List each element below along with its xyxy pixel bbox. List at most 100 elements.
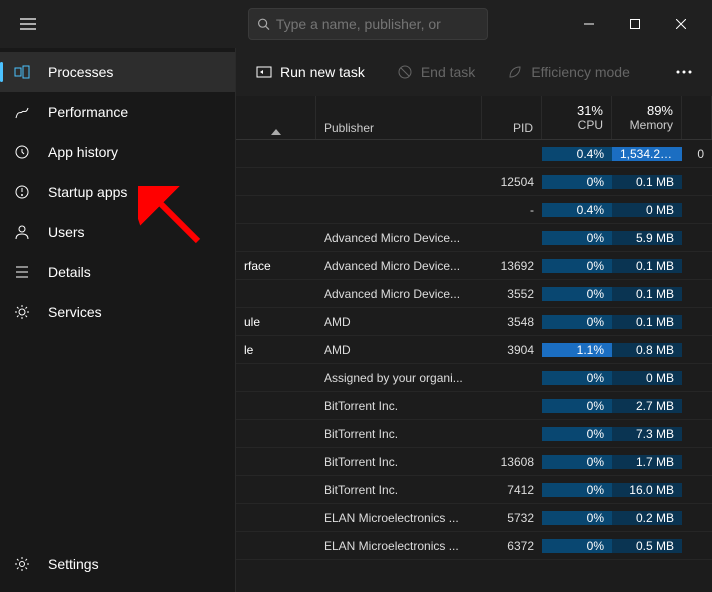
cell-memory: 0.1 MB <box>612 287 682 301</box>
cell-pid: 3904 <box>482 343 542 357</box>
cell-publisher: Advanced Micro Device... <box>316 287 482 301</box>
cell-memory: 0.1 MB <box>612 175 682 189</box>
table-row[interactable]: BitTorrent Inc.0%7.3 MB <box>236 420 712 448</box>
details-icon <box>12 262 32 282</box>
cell-memory: 0.1 MB <box>612 315 682 329</box>
table-row[interactable]: Advanced Micro Device...0%5.9 MB <box>236 224 712 252</box>
close-button[interactable] <box>658 8 704 40</box>
more-icon <box>676 70 692 74</box>
cell-memory: 0.8 MB <box>612 343 682 357</box>
cell-memory: 1.7 MB <box>612 455 682 469</box>
cell-cpu: 0% <box>542 455 612 469</box>
sidebar-item-processes[interactable]: Processes <box>0 52 235 92</box>
cell-pid: 5732 <box>482 511 542 525</box>
sidebar-item-performance[interactable]: Performance <box>0 92 235 132</box>
processes-icon <box>12 62 32 82</box>
column-network[interactable] <box>682 96 712 139</box>
column-memory[interactable]: 89%Memory <box>612 96 682 139</box>
maximize-button[interactable] <box>612 8 658 40</box>
cell-publisher: BitTorrent Inc. <box>316 483 482 497</box>
cell-memory: 0.2 MB <box>612 511 682 525</box>
cell-cpu: 0% <box>542 539 612 553</box>
column-name[interactable] <box>236 96 316 139</box>
table-row[interactable]: 125040%0.1 MB <box>236 168 712 196</box>
column-pid[interactable]: PID <box>482 96 542 139</box>
table-row[interactable]: rfaceAdvanced Micro Device...136920%0.1 … <box>236 252 712 280</box>
efficiency-mode-button[interactable]: Efficiency mode <box>499 58 638 86</box>
sidebar-item-app-history[interactable]: App history <box>0 132 235 172</box>
table-row[interactable]: BitTorrent Inc.136080%1.7 MB <box>236 448 712 476</box>
table-row[interactable]: -0.4%0 MB <box>236 196 712 224</box>
cell-cpu: 0% <box>542 287 612 301</box>
sidebar-item-label: Details <box>48 264 91 280</box>
toolbar: Run new task End task Efficiency mode <box>236 48 712 96</box>
cell-publisher: AMD <box>316 343 482 357</box>
table-row[interactable]: Assigned by your organi...0%0 MB <box>236 364 712 392</box>
sidebar-item-services[interactable]: Services <box>0 292 235 332</box>
cell-name: ule <box>236 315 316 329</box>
sidebar-item-label: Settings <box>48 556 99 572</box>
startup-icon <box>12 182 32 202</box>
cell-memory: 2.7 MB <box>612 399 682 413</box>
search-input[interactable] <box>276 16 479 32</box>
cell-pid: 12504 <box>482 175 542 189</box>
cell-memory: 0.5 MB <box>612 539 682 553</box>
sidebar-item-label: App history <box>48 144 118 160</box>
table-row[interactable]: 0.4%1,534.2 MB0 <box>236 140 712 168</box>
table-row[interactable]: BitTorrent Inc.0%2.7 MB <box>236 392 712 420</box>
table-row[interactable]: BitTorrent Inc.74120%16.0 MB <box>236 476 712 504</box>
cell-network: 0 <box>682 147 712 161</box>
table-row[interactable]: ELAN Microelectronics ...63720%0.5 MB <box>236 532 712 560</box>
cell-cpu: 0% <box>542 259 612 273</box>
end-task-button[interactable]: End task <box>389 58 483 86</box>
cell-memory: 0.1 MB <box>612 259 682 273</box>
cell-publisher: BitTorrent Inc. <box>316 427 482 441</box>
cell-pid: - <box>482 203 542 217</box>
cell-memory: 16.0 MB <box>612 483 682 497</box>
cell-cpu: 0.4% <box>542 203 612 217</box>
sidebar-item-startup-apps[interactable]: Startup apps <box>0 172 235 212</box>
performance-icon <box>12 102 32 122</box>
cell-publisher: ELAN Microelectronics ... <box>316 539 482 553</box>
cell-memory: 0 MB <box>612 203 682 217</box>
cell-cpu: 0% <box>542 483 612 497</box>
table-row[interactable]: ELAN Microelectronics ...57320%0.2 MB <box>236 504 712 532</box>
sidebar-item-label: Processes <box>48 64 113 80</box>
sidebar-item-settings[interactable]: Settings <box>0 544 235 584</box>
column-publisher[interactable]: Publisher <box>316 96 482 139</box>
table-row[interactable]: leAMD39041.1%0.8 MB <box>236 336 712 364</box>
hamburger-button[interactable] <box>8 4 48 44</box>
minimize-button[interactable] <box>566 8 612 40</box>
cell-pid: 7412 <box>482 483 542 497</box>
cell-publisher: Advanced Micro Device... <box>316 231 482 245</box>
services-icon <box>12 302 32 322</box>
cell-cpu: 0% <box>542 231 612 245</box>
sidebar: Processes Performance App history Startu… <box>0 48 236 592</box>
table-row[interactable]: Advanced Micro Device...35520%0.1 MB <box>236 280 712 308</box>
process-table: Publisher PID 31%CPU 89%Memory 0.4%1,534… <box>236 96 712 592</box>
table-row[interactable]: uleAMD35480%0.1 MB <box>236 308 712 336</box>
cell-memory: 1,534.2 MB <box>612 147 682 161</box>
sidebar-item-details[interactable]: Details <box>0 252 235 292</box>
cell-publisher: BitTorrent Inc. <box>316 399 482 413</box>
cell-publisher: AMD <box>316 315 482 329</box>
cell-pid: 6372 <box>482 539 542 553</box>
cell-pid: 3552 <box>482 287 542 301</box>
search-box[interactable] <box>248 8 488 40</box>
cell-cpu: 0% <box>542 175 612 189</box>
sidebar-item-users[interactable]: Users <box>0 212 235 252</box>
sidebar-item-label: Services <box>48 304 102 320</box>
end-task-icon <box>397 64 413 80</box>
run-new-task-button[interactable]: Run new task <box>248 58 373 86</box>
cell-memory: 0 MB <box>612 371 682 385</box>
sort-asc-icon <box>271 129 281 135</box>
cell-pid: 13692 <box>482 259 542 273</box>
cell-publisher: Advanced Micro Device... <box>316 259 482 273</box>
cell-cpu: 0.4% <box>542 147 612 161</box>
gear-icon <box>12 554 32 574</box>
cell-pid: 13608 <box>482 455 542 469</box>
more-button[interactable] <box>668 64 700 80</box>
cell-memory: 7.3 MB <box>612 427 682 441</box>
column-cpu[interactable]: 31%CPU <box>542 96 612 139</box>
cell-publisher: Assigned by your organi... <box>316 371 482 385</box>
